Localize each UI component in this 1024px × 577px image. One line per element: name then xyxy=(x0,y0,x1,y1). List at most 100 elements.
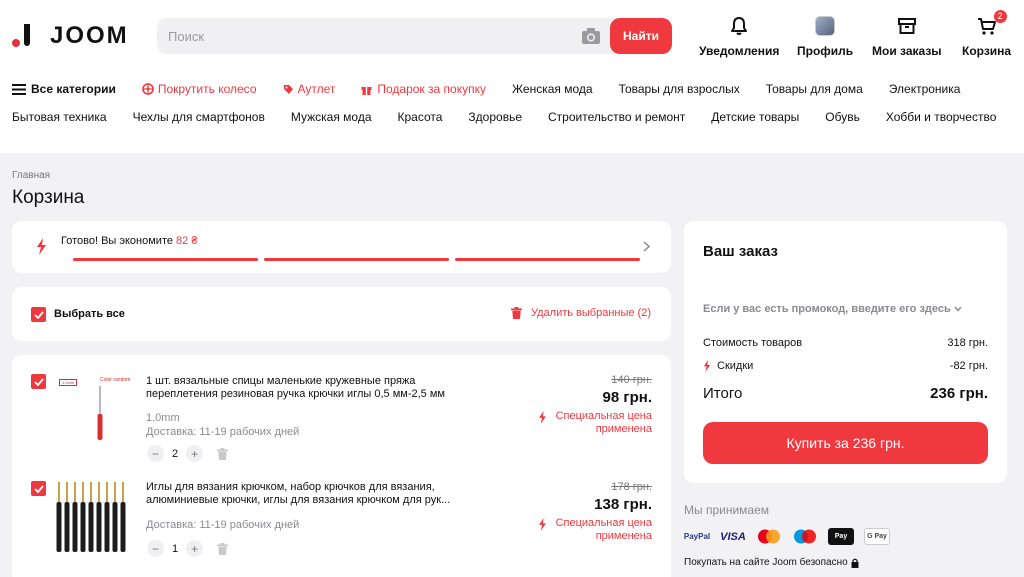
maestro-icon xyxy=(792,528,818,545)
item-checkbox[interactable] xyxy=(31,374,46,389)
item-checkbox[interactable] xyxy=(31,481,46,496)
outlet-link[interactable]: Аутлет xyxy=(283,82,335,96)
discount-row: Скидки xyxy=(703,360,753,372)
quantity-value: 2 xyxy=(172,447,179,460)
wheel-link[interactable]: Покрутить колесо xyxy=(142,82,257,96)
decrease-button[interactable]: − xyxy=(147,540,164,557)
select-all-label: Выбрать все xyxy=(54,308,125,320)
menu-icon xyxy=(12,83,26,95)
item-title[interactable]: 1 шт. вязальные спицы маленькие кружевны… xyxy=(146,375,466,401)
avatar xyxy=(815,16,836,36)
increase-button[interactable]: + xyxy=(186,540,204,557)
savings-amount: 82 ₴ xyxy=(176,235,198,247)
category-link[interactable]: Бытовая техника xyxy=(12,110,107,124)
decrease-button[interactable]: − xyxy=(147,445,164,462)
visa-icon: VISA xyxy=(720,530,746,543)
box-icon xyxy=(897,18,916,34)
profile-label: Профиль xyxy=(797,44,854,58)
total-label: Итого xyxy=(703,385,743,402)
category-link[interactable]: Товары для взрослых xyxy=(619,82,740,96)
cart-count-badge: 2 xyxy=(993,10,1007,23)
notifications-label: Уведомления xyxy=(699,44,780,58)
category-link[interactable]: Здоровье xyxy=(468,110,522,124)
camera-icon[interactable] xyxy=(581,27,601,45)
select-all-checkbox[interactable] xyxy=(31,307,46,322)
page-title: Корзина xyxy=(12,187,85,208)
item-title[interactable]: Иглы для вязания крючком, набор крючков … xyxy=(146,481,471,507)
category-link[interactable]: Детские товары xyxy=(711,110,799,124)
cart-label: Корзина xyxy=(962,44,1012,58)
secure-note: Покупать на сайте Joom безопасно xyxy=(684,557,859,568)
all-categories-button[interactable]: Все категории xyxy=(12,82,116,96)
category-link[interactable]: Мужская мода xyxy=(291,110,372,124)
apple-pay-icon: Pay xyxy=(828,528,854,545)
mastercard-icon xyxy=(756,528,782,545)
profile-nav[interactable]: Профиль xyxy=(797,14,853,58)
discount-label: Скидки xyxy=(717,360,754,372)
check-icon xyxy=(33,377,44,386)
chevron-right-icon xyxy=(643,241,650,252)
crochet-hook-image xyxy=(97,386,103,440)
category-link[interactable]: Строительство и ремонт xyxy=(548,110,685,124)
thumb-label: 1.0mm xyxy=(59,379,78,386)
order-summary-card: Ваш заказ Если у вас есть промокод, введ… xyxy=(684,221,1007,483)
item-delivery: Доставка: 11-19 рабочих дней xyxy=(146,426,300,438)
quantity-stepper: − 2 + xyxy=(147,445,229,462)
quantity-value: 1 xyxy=(172,542,179,555)
category-link[interactable]: Хобби и творчество xyxy=(886,110,997,124)
logo-mark-icon xyxy=(12,22,36,50)
lock-icon xyxy=(851,558,859,568)
item-old-price: 140 грн. xyxy=(611,374,652,386)
paypal-icon: PayPal xyxy=(683,532,711,541)
special-price-note: Специальная цена применена xyxy=(522,410,652,436)
category-link[interactable]: Красота xyxy=(398,110,443,124)
category-link[interactable]: Женская мода xyxy=(512,82,593,96)
header: JOOM Найти Уведомления Профиль Мои заказ… xyxy=(0,0,1024,153)
category-link[interactable]: Обувь xyxy=(825,110,860,124)
quantity-stepper: − 1 + xyxy=(147,540,229,557)
category-link[interactable]: Товары для дома xyxy=(766,82,863,96)
search-bar: Найти xyxy=(157,18,672,54)
trash-icon[interactable] xyxy=(217,542,229,555)
savings-text: Готово! Вы экономите 82 ₴ xyxy=(61,235,198,247)
thumb-label: Color random xyxy=(100,377,131,383)
payment-methods: PayPal VISA Pay G Pay xyxy=(684,528,890,545)
item-variant: 1.0mm xyxy=(146,412,180,424)
promo-code-link[interactable]: Если у вас есть промокод, введите его зд… xyxy=(703,303,962,315)
item-thumbnail[interactable] xyxy=(55,477,133,557)
category-row-1: Все категории Покрутить колесо Аутлет По… xyxy=(12,82,960,96)
lightning-icon xyxy=(539,518,546,531)
search-input[interactable] xyxy=(157,18,577,54)
item-thumbnail[interactable]: 1.0mm Color random xyxy=(55,370,133,448)
bell-icon xyxy=(731,17,748,35)
search-button[interactable]: Найти xyxy=(610,18,672,54)
buy-button[interactable]: Купить за 236 грн. xyxy=(703,422,988,464)
discount-value: -82 грн. xyxy=(949,360,988,372)
wheel-icon xyxy=(142,83,154,95)
savings-card[interactable]: Готово! Вы экономите 82 ₴ xyxy=(12,221,671,273)
breadcrumb[interactable]: Главная xyxy=(12,170,50,181)
lightning-icon xyxy=(37,238,46,255)
notifications-nav[interactable]: Уведомления xyxy=(699,14,779,58)
goods-cost-label: Стоимость товаров xyxy=(703,337,803,349)
category-link[interactable]: Чехлы для смартфонов xyxy=(133,110,265,124)
joom-logo[interactable]: JOOM xyxy=(12,22,129,50)
category-link[interactable]: Электроника xyxy=(889,82,961,96)
gift-link[interactable]: Подарок за покупку xyxy=(361,82,486,96)
increase-button[interactable]: + xyxy=(186,445,204,462)
savings-progress xyxy=(73,258,640,261)
logo-text: JOOM xyxy=(50,22,129,49)
cart-nav[interactable]: 2 Корзина xyxy=(962,10,1012,58)
lightning-icon xyxy=(703,360,711,372)
payment-title: Мы принимаем xyxy=(684,503,770,517)
trash-icon[interactable] xyxy=(217,447,229,460)
check-icon xyxy=(33,310,44,319)
item-price-block: 178 грн. 138 грн. Специальная цена приме… xyxy=(522,481,652,543)
order-title: Ваш заказ xyxy=(703,243,778,260)
orders-nav[interactable]: Мои заказы xyxy=(872,14,942,58)
special-price-note: Специальная цена применена xyxy=(522,517,652,543)
goods-cost-value: 318 грн. xyxy=(947,337,988,349)
delete-selected-button[interactable]: Удалить выбранные (2) xyxy=(510,307,651,319)
google-pay-icon: G Pay xyxy=(864,528,890,545)
orders-label: Мои заказы xyxy=(872,44,942,58)
